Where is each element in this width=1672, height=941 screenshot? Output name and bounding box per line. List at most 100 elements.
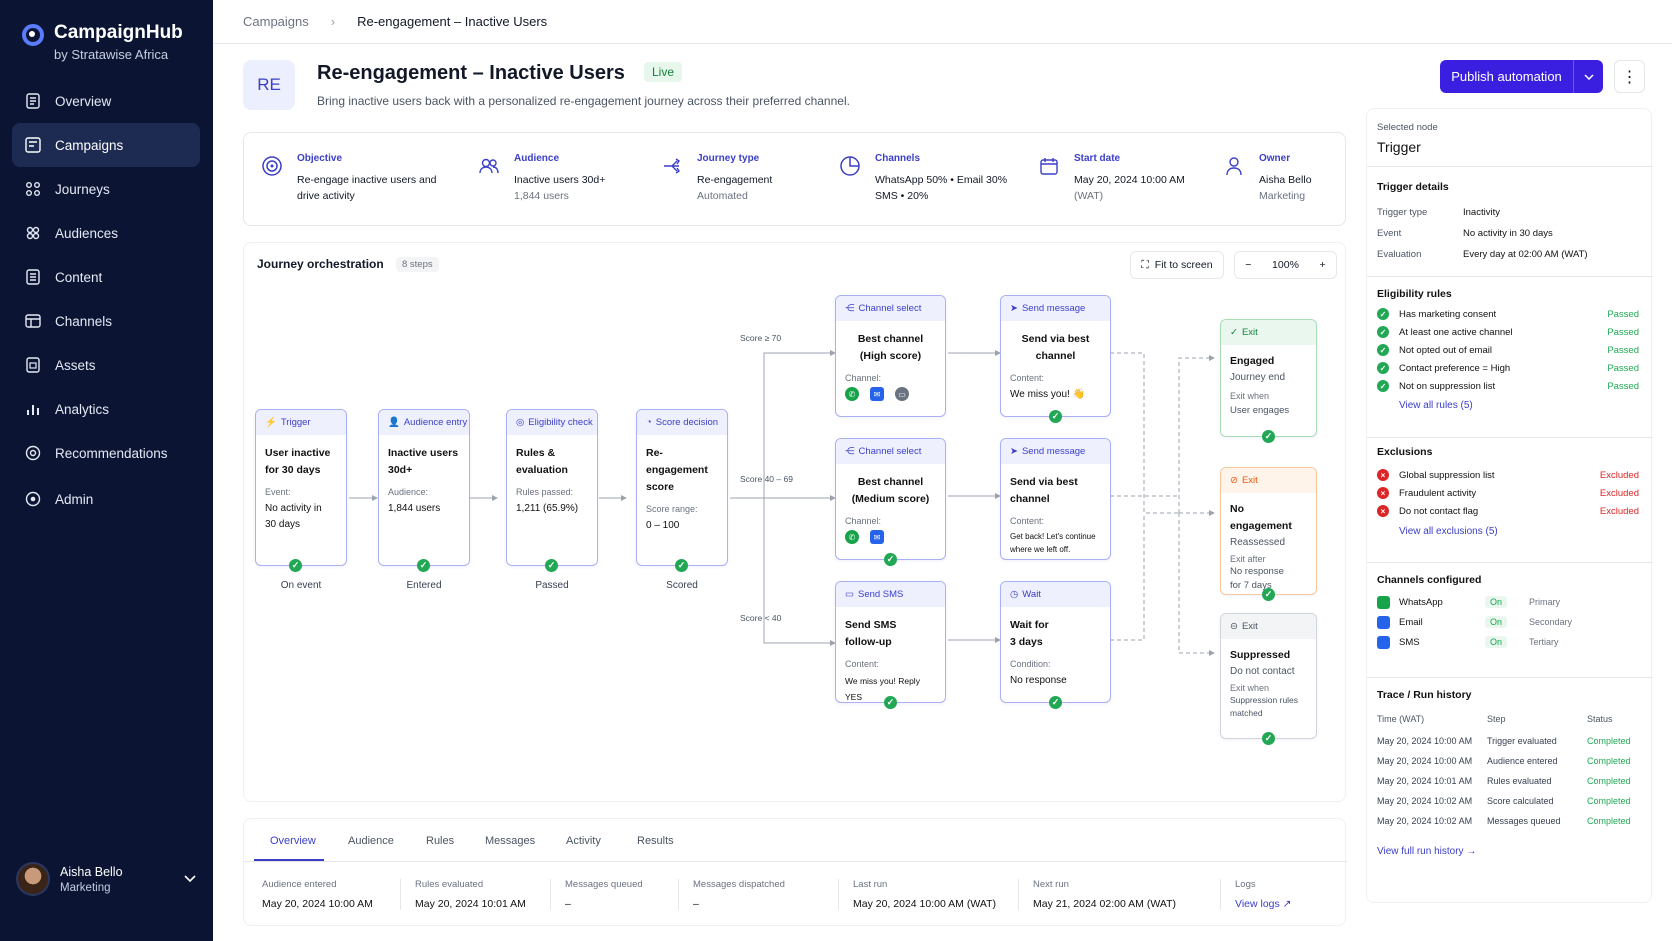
channel-state[interactable]: On [1485,616,1508,628]
rule-status: Passed [1607,381,1639,392]
sidebar-item-audiences[interactable]: Audiences [12,211,200,255]
node-type: Audience entry [403,417,468,428]
sidebar-item-assets[interactable]: Assets [12,343,200,387]
node-field-label: Content: [845,659,880,669]
node-field-value: No response [1010,675,1067,686]
node-wait[interactable]: ◷ Wait Wait for 3 days Condition: No respo… [1000,581,1111,703]
user-menu[interactable]: Aisha Bello Marketing [16,862,196,896]
breadcrumb-parent[interactable]: Campaigns [243,14,309,29]
node-send-message-mid[interactable]: ➤ Send message Send via best channel Conte… [1000,438,1111,560]
summary-start-date: Start date May 20, 2024 10:00 AM (WAT) [1040,153,1185,204]
node-send-message-high[interactable]: ➤ Send message Send via best channel Conte… [1000,295,1111,417]
edge-label-low: Score < 40 [740,613,782,623]
sidebar-item-analytics[interactable]: Analytics [12,387,200,431]
publish-automation-button[interactable]: Publish automation [1440,60,1603,93]
node-type: Exit [1241,475,1258,486]
node-field-label: Content: [1010,373,1045,383]
exclusion-name: Global suppression list [1399,470,1495,481]
sidebar-item-overview[interactable]: Overview [12,79,200,123]
node-field-label: Exit when [1230,683,1270,693]
journey-canvas[interactable]: Journey orchestration 8 steps ⛶ Fit to s… [243,242,1346,802]
chevron-down-icon[interactable] [184,875,196,883]
node-type: Eligibility check [528,417,593,428]
sidebar-item-recommendations[interactable]: Recommendations [12,431,200,475]
exclusion-status: Excluded [1599,470,1639,481]
block-icon: ⊝ [1230,621,1238,632]
section-title: Trace / Run history [1377,689,1472,701]
rule-name: Not opted out of email [1399,345,1492,356]
rule-status: Passed [1607,363,1639,374]
channel-state[interactable]: On [1485,636,1508,648]
sidebar-item-channels[interactable]: Channels [12,299,200,343]
node-title: follow-up [845,636,892,648]
breadcrumb: Campaigns › Re-engagement – Inactive Use… [243,14,547,29]
shield-check-icon: ◎ [516,417,525,428]
view-all-exclusions-link[interactable]: View all exclusions (5) [1399,526,1498,537]
node-title: Best channel [857,333,924,345]
node-audience-entry[interactable]: 👤 Audience entry Inactive users 30d+ Audie… [378,409,470,566]
view-logs-link[interactable]: View logs ↗ [1235,898,1291,910]
node-field-value: User engages [1230,405,1290,416]
pie-chart-icon [840,156,860,176]
sidebar-item-label: Assets [55,357,96,373]
node-exit-engaged[interactable]: ✓ Exit Engaged Journey end Exit when User… [1220,319,1317,437]
node-exit-no-engagement[interactable]: ⊘ Exit No engagement Reassessed Exit afte… [1220,467,1317,595]
page-subtitle: Bring inactive users back with a persona… [317,94,850,108]
sidebar-item-journeys[interactable]: Journeys [12,167,200,211]
sidebar-item-label: Analytics [55,401,110,417]
sidebar-item-campaigns[interactable]: Campaigns [12,123,200,167]
send-icon: ➤ [1010,446,1018,457]
summary-value: WhatsApp 50% • Email 30% [875,174,1008,186]
inspector-panel: Selected node Trigger Trigger details Tr… [1366,108,1653,903]
page-title: Re-engagement – Inactive Users [317,62,625,84]
user-icon [1226,157,1242,176]
exclusion-status: Excluded [1599,506,1639,517]
metric-last-run: Last run May 20, 2024 10:00 AM (WAT) [838,879,996,910]
node-title: Send SMS [845,619,897,631]
tab-activity[interactable]: Activity [566,835,601,847]
content-icon [24,268,42,286]
node-field-label: Event: [265,487,291,497]
whatsapp-icon [1377,596,1390,609]
sidebar-item-label: Audiences [55,225,119,241]
trace-section: Trace / Run history Time (WAT) Step Stat… [1367,677,1653,902]
node-field-label: Exit when [1230,391,1270,401]
tab-results[interactable]: Results [637,835,674,847]
exclusion-status: Excluded [1599,488,1639,499]
sidebar-item-content[interactable]: Content [12,255,200,299]
node-channel-select-mid[interactable]: ⋲ Channel select Best channel (Medium scor… [835,438,946,560]
node-eligibility-check[interactable]: ◎ Eligibility check Rules & evaluation Rul… [506,409,598,566]
detail-value: Inactivity [1463,207,1500,218]
node-exit-suppressed[interactable]: ⊝ Exit Suppressed Do not contact Exit whe… [1220,613,1317,739]
summary-label: Audience [514,153,560,164]
selected-node-value: Trigger [1377,139,1421,155]
node-send-sms[interactable]: ▭ Send SMS Send SMS follow-up Content: We … [835,581,946,703]
view-full-history-link[interactable]: View full run history → [1377,846,1476,857]
node-score-decision[interactable]: ◔ Score decision Re-engagement score Score… [636,409,728,566]
node-type: Channel select [858,446,922,457]
whatsapp-icon: ✆ [845,387,859,401]
sidebar-item-label: Content [55,269,103,285]
detail-value: No activity in 30 days [1463,228,1553,239]
chevron-down-icon[interactable] [1573,60,1603,93]
brand[interactable]: CampaignHub by Stratawise Africa [22,22,183,62]
channel-name: WhatsApp [1399,597,1443,608]
summary-label: Start date [1074,153,1121,164]
channel-priority: Secondary [1529,617,1573,627]
summary-value: (WAT) [1074,190,1104,202]
tab-audience[interactable]: Audience [348,835,394,847]
tab-messages[interactable]: Messages [485,835,535,847]
view-all-rules-link[interactable]: View all rules (5) [1399,400,1473,411]
node-trigger[interactable]: ⚡ Trigger User inactive for 30 days Event:… [255,409,347,566]
tab-overview[interactable]: Overview [270,835,316,847]
node-field-value: 30 days [265,519,301,530]
more-options-icon[interactable]: ⋮ [1614,60,1645,93]
metric-messages-dispatched: Messages dispatched – [678,879,785,910]
rule-status: Passed [1607,345,1639,356]
node-channel-select-high[interactable]: ⋲ Channel select Best channel (High score)… [835,295,946,417]
channel-state[interactable]: On [1485,596,1508,608]
campaign-badge: RE [243,60,295,110]
sidebar-item-admin[interactable]: Admin [12,477,200,521]
share-icon: ⋲ [845,303,855,314]
tab-rules[interactable]: Rules [426,835,454,847]
